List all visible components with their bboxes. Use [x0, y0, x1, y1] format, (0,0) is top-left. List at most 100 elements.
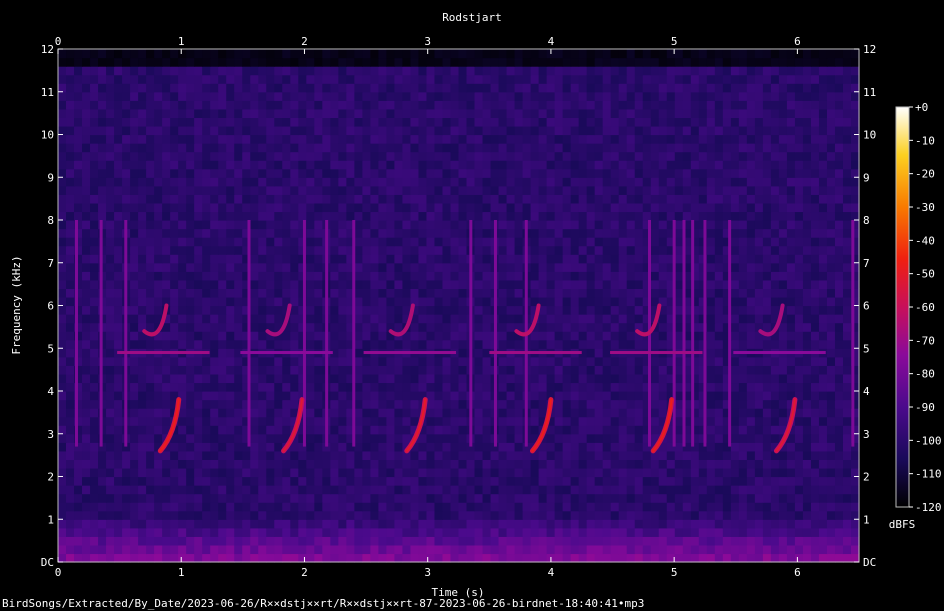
- spectrogram-cell: [554, 314, 564, 324]
- spectrogram-cell: [186, 220, 195, 230]
- spectrogram-cell: [586, 143, 596, 153]
- spectrogram-cell: [386, 143, 396, 153]
- spectrogram-cell: [362, 459, 371, 469]
- spectrogram-cell: [850, 510, 860, 520]
- spectrogram-cell: [706, 459, 716, 469]
- spectrogram-cell: [146, 254, 155, 264]
- spectrogram-cell: [82, 425, 91, 435]
- spectrogram-cell: [786, 228, 796, 238]
- spectrogram-cell: [458, 416, 468, 426]
- spectrogram-cell: [770, 220, 780, 230]
- spectrogram-cell: [258, 382, 267, 392]
- spectrogram-cell: [730, 365, 740, 375]
- spectrogram-cell: [442, 322, 452, 332]
- spectrogram-cell: [434, 442, 444, 452]
- spectrogram-cell: [194, 160, 203, 170]
- spectrogram-cell: [282, 476, 291, 486]
- spectrogram-cell: [714, 527, 724, 537]
- spectrogram-cell: [522, 143, 532, 153]
- spectrogram-cell: [234, 510, 243, 520]
- spectrogram-cell: [426, 544, 436, 555]
- spectrogram-cell: [578, 382, 588, 392]
- spectrogram-cell: [570, 296, 580, 307]
- spectrogram-cell: [610, 177, 620, 187]
- spectrogram-cell: [66, 143, 75, 153]
- spectrogram-cell: [274, 433, 283, 443]
- spectrogram-cell: [706, 271, 716, 281]
- spectrogram-cell: [186, 331, 195, 341]
- spectrogram-cell: [834, 425, 844, 435]
- spectrogram-cell: [770, 467, 780, 478]
- spectrogram-cell: [730, 177, 740, 187]
- spectrogram-cell: [842, 339, 852, 349]
- spectrogram-cell: [362, 399, 371, 409]
- spectrogram-cell: [626, 433, 636, 443]
- spectrogram-cell: [66, 160, 75, 170]
- spectrogram-cell: [354, 160, 363, 170]
- spectrogram-cell: [426, 442, 436, 452]
- spectrogram-cell: [554, 382, 564, 392]
- spectrogram-cell: [778, 527, 788, 537]
- spectrogram-cell: [194, 493, 203, 503]
- spectrogram-cell: [178, 185, 187, 195]
- spectrogram-cell: [106, 262, 115, 272]
- spectrogram-cell: [306, 237, 315, 247]
- spectrogram-cell: [178, 425, 187, 435]
- spectrogram-cell: [210, 271, 219, 281]
- spectrogram-cell: [346, 467, 355, 478]
- spectrogram-cell: [354, 544, 363, 555]
- spectrogram-cell: [514, 467, 524, 478]
- spectrogram-cell: [594, 237, 604, 247]
- spectrogram-cell: [578, 151, 588, 161]
- spectrogram-cell: [274, 288, 283, 298]
- spectrogram-cell: [514, 134, 524, 144]
- spectrogram-cell: [754, 151, 764, 161]
- spectrogram-cell: [66, 536, 75, 546]
- spectrogram-cell: [362, 160, 371, 170]
- spectrogram-cell: [282, 220, 291, 230]
- spectrogram-cell: [490, 493, 500, 503]
- spectrogram-cell: [770, 416, 780, 426]
- spectrogram-cell: [370, 450, 379, 460]
- spectrogram-cell: [594, 408, 604, 418]
- spectrogram-cell: [266, 254, 275, 264]
- spectrogram-cell: [554, 271, 564, 281]
- spectrogram-cell: [738, 194, 748, 204]
- spectrogram-cell: [242, 450, 251, 460]
- spectrogram-cell: [154, 245, 163, 255]
- spectrogram-cell: [626, 288, 636, 298]
- spectrogram-cell: [626, 296, 636, 307]
- spectrogram-cell: [570, 211, 580, 221]
- spectrogram-cell: [394, 143, 404, 153]
- spectrogram-cell: [354, 442, 363, 452]
- spectrogram-cell: [810, 202, 820, 213]
- spectrogram-cell: [410, 237, 420, 247]
- spectrogram-cell: [626, 228, 636, 238]
- spectrogram-cell: [546, 433, 556, 443]
- spectrogram-cell: [610, 160, 620, 170]
- spectrogram-cell: [818, 322, 828, 332]
- spectrogram-cell: [378, 365, 388, 375]
- spectrogram-cell: [498, 134, 508, 144]
- spectrogram-cell: [354, 322, 363, 332]
- spectrogram-cell: [354, 177, 363, 187]
- spectrogram-cell: [178, 476, 187, 486]
- spectrogram-cell: [626, 544, 636, 555]
- spectrogram-chart: Rodstjart 00112233445566 DC DC1 12 23 34 45 56…: [10, 11, 942, 599]
- spectrogram-cell: [818, 485, 828, 495]
- spectrogram-cell: [562, 160, 572, 170]
- spectrogram-cell: [146, 485, 155, 495]
- spectrogram-cell: [698, 160, 708, 170]
- spectrogram-cell: [514, 168, 524, 178]
- spectrogram-cell: [722, 519, 732, 529]
- spectrogram-cell: [106, 194, 115, 204]
- spectrogram-cell: [530, 185, 540, 195]
- spectrogram-cell: [122, 527, 131, 537]
- spectrogram-cell: [186, 254, 195, 264]
- spectrogram-cell: [626, 399, 636, 409]
- spectrogram-cell: [762, 553, 772, 563]
- spectrogram-cell: [74, 485, 83, 495]
- spectrogram-cell: [154, 168, 163, 178]
- spectrogram-cell: [762, 391, 772, 401]
- spectrogram-cell: [226, 314, 235, 324]
